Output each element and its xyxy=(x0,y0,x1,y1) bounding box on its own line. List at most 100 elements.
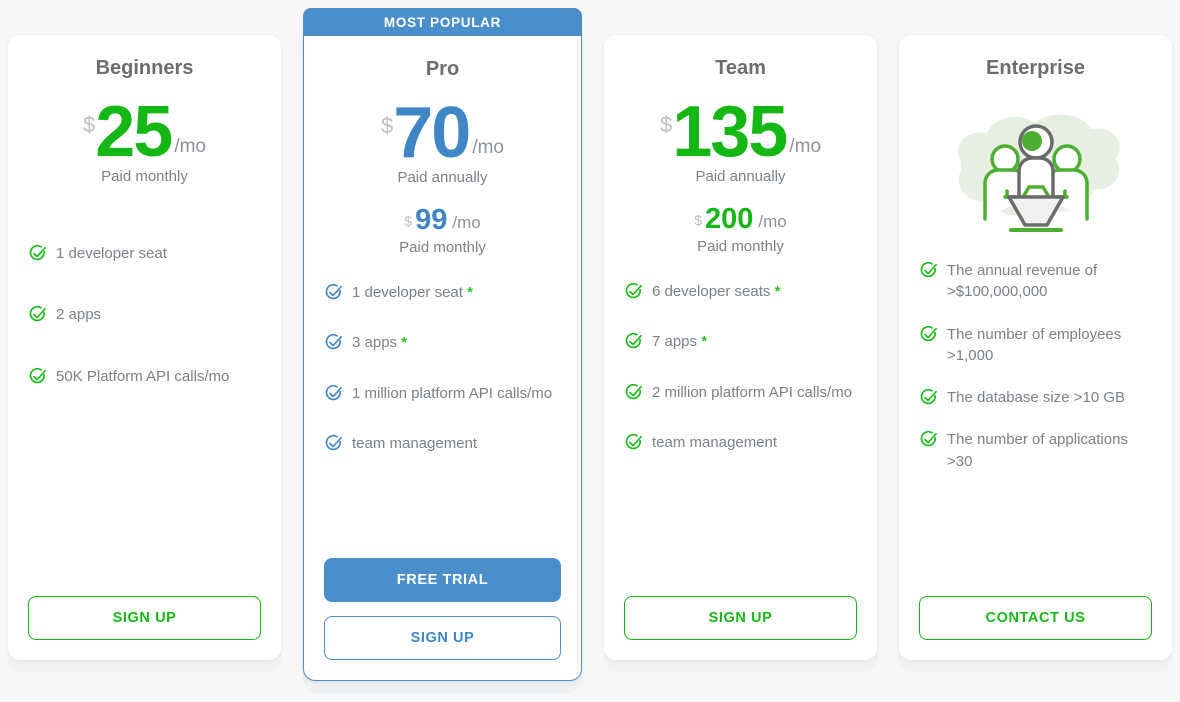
feature-label: 50K Platform API calls/mo xyxy=(56,367,230,385)
plan-title-pro: Pro xyxy=(425,58,460,80)
feature-label: 7 apps * xyxy=(651,333,708,351)
feature-label: 3 apps * xyxy=(352,334,408,352)
price-amount: 200 xyxy=(705,202,754,235)
price-note-secondary-pro: Paid monthly xyxy=(399,238,486,256)
check-circle-icon xyxy=(919,430,939,450)
price-amount: 25 xyxy=(95,92,173,172)
plan-body-beginners: Beginners $ 25 /mo Paid monthly 1 develo… xyxy=(8,35,282,660)
price-main-team: $ 135 /mo xyxy=(624,92,857,172)
currency-symbol: $ xyxy=(694,211,703,228)
feature-list-pro: 1 developer seat * 3 apps * 1 million pl… xyxy=(324,282,561,550)
check-circle-icon xyxy=(28,305,48,325)
list-item: 2 apps xyxy=(28,304,261,325)
most-popular-badge: MOST POPULAR xyxy=(303,8,582,36)
price-secondary-pro: $ 99 /mo xyxy=(324,203,561,236)
plan-title-team: Team xyxy=(715,57,766,79)
list-item: team management xyxy=(624,432,857,453)
pricing-table: Beginners $ 25 /mo Paid monthly 1 develo… xyxy=(0,0,1180,702)
plan-outer-pro: MOST POPULAR Pro $ 70 /mo Paid annually … xyxy=(303,8,582,693)
sign-up-button[interactable]: SIGN UP xyxy=(324,616,561,660)
list-item: The number of employees >1,000 xyxy=(919,324,1152,367)
contact-us-button[interactable]: CONTACT US xyxy=(919,596,1153,640)
list-item: The database size >10 GB xyxy=(919,387,1152,408)
plan-card-pro: MOST POPULAR Pro $ 70 /mo Paid annually … xyxy=(303,0,582,693)
price-period: /mo xyxy=(758,211,787,231)
plan-card-beginners: Beginners $ 25 /mo Paid monthly 1 develo… xyxy=(8,0,282,672)
currency-symbol: $ xyxy=(404,212,413,229)
list-item: The annual revenue of >$100,000,000 xyxy=(919,260,1152,303)
plan-card-enterprise: Enterprise The annual revenue of >$100,0… xyxy=(899,0,1173,672)
feature-label: The annual revenue of >$100,000,000 xyxy=(947,262,1098,301)
plan-outer-enterprise: Enterprise The annual revenue of >$100,0… xyxy=(899,35,1173,672)
feature-list-team: 6 developer seats * 7 apps * 2 million p… xyxy=(624,281,857,588)
check-circle-icon xyxy=(624,433,644,453)
check-circle-icon xyxy=(324,333,344,353)
plan-body-team: Team $ 135 /mo Paid annually $ 200 /mo P… xyxy=(603,35,877,660)
list-item: 3 apps * xyxy=(324,332,561,353)
check-circle-icon xyxy=(919,261,939,281)
button-area-beginners: SIGN UP xyxy=(28,588,262,640)
check-circle-icon xyxy=(324,384,344,404)
feature-list-enterprise: The annual revenue of >$100,000,000 The … xyxy=(919,260,1152,588)
team-meeting-illustration xyxy=(919,98,1152,238)
feature-label: The number of employees >1,000 xyxy=(947,325,1122,364)
price-main-pro: $ 70 /mo xyxy=(324,93,561,173)
plan-outer-beginners: Beginners $ 25 /mo Paid monthly 1 develo… xyxy=(8,35,282,672)
check-circle-icon xyxy=(919,325,939,345)
plan-outer-team: Team $ 135 /mo Paid annually $ 200 /mo P… xyxy=(603,35,877,672)
plan-card-team: Team $ 135 /mo Paid annually $ 200 /mo P… xyxy=(603,0,877,672)
feature-list-beginners: 1 developer seat 2 apps 50K Platform API… xyxy=(28,243,261,588)
price-period: /mo xyxy=(472,136,505,158)
currency-symbol: $ xyxy=(380,113,394,138)
list-item: 1 million platform API calls/mo xyxy=(324,383,561,404)
plan-title-beginners: Beginners xyxy=(95,57,194,79)
price-secondary-team: $ 200 /mo xyxy=(624,202,857,235)
price-note-team: Paid annually xyxy=(695,167,786,185)
feature-label: 1 developer seat * xyxy=(352,283,473,301)
feature-label: 1 million platform API calls/mo xyxy=(352,384,553,402)
currency-symbol: $ xyxy=(82,112,96,137)
list-item: 7 apps * xyxy=(624,331,857,352)
button-area-team: SIGN UP xyxy=(623,588,857,640)
check-circle-icon xyxy=(919,388,939,408)
plan-title-enterprise: Enterprise xyxy=(986,57,1085,79)
feature-label: 2 apps xyxy=(56,306,102,324)
price-note-secondary-team: Paid monthly xyxy=(697,237,784,255)
sign-up-button[interactable]: SIGN UP xyxy=(28,596,262,640)
button-area-pro: FREE TRIAL SIGN UP xyxy=(324,550,561,660)
list-item: 2 million platform API calls/mo xyxy=(624,382,857,403)
price-period: /mo xyxy=(789,135,822,157)
check-circle-icon xyxy=(28,367,48,387)
free-trial-button[interactable]: FREE TRIAL xyxy=(324,558,561,602)
list-item: team management xyxy=(324,433,561,454)
feature-label: 6 developer seats * xyxy=(651,282,781,300)
price-note-beginners: Paid monthly xyxy=(101,167,188,185)
check-circle-icon xyxy=(28,244,48,264)
price-period: /mo xyxy=(452,212,481,232)
price-period: /mo xyxy=(174,135,207,157)
feature-label: team management xyxy=(352,434,478,452)
currency-symbol: $ xyxy=(659,112,673,137)
price-amount: 70 xyxy=(393,93,471,173)
check-circle-icon xyxy=(324,283,344,303)
list-item: 6 developer seats * xyxy=(624,281,857,302)
feature-label: The number of applications >30 xyxy=(947,431,1128,470)
feature-label: The database size >10 GB xyxy=(947,389,1126,407)
plan-body-pro: Pro $ 70 /mo Paid annually $ 99 /mo Paid… xyxy=(303,36,582,681)
price-amount: 135 xyxy=(672,92,788,172)
price-amount: 99 xyxy=(415,203,448,236)
check-circle-icon xyxy=(624,383,644,403)
check-circle-icon xyxy=(624,282,644,302)
list-item: The number of applications >30 xyxy=(919,429,1152,472)
sign-up-button[interactable]: SIGN UP xyxy=(623,596,857,640)
feature-label: team management xyxy=(651,433,778,451)
feature-label: 1 developer seat xyxy=(56,244,167,262)
list-item: 50K Platform API calls/mo xyxy=(28,366,261,387)
feature-label: 2 million platform API calls/mo xyxy=(651,383,853,401)
price-main-beginners: $ 25 /mo xyxy=(28,92,261,172)
price-note-pro: Paid annually xyxy=(397,168,488,186)
plan-body-enterprise: Enterprise The annual revenue of >$100,0… xyxy=(899,35,1173,660)
list-item: 1 developer seat * xyxy=(324,282,561,303)
button-area-enterprise: CONTACT US xyxy=(919,588,1153,640)
check-circle-icon xyxy=(324,434,344,454)
